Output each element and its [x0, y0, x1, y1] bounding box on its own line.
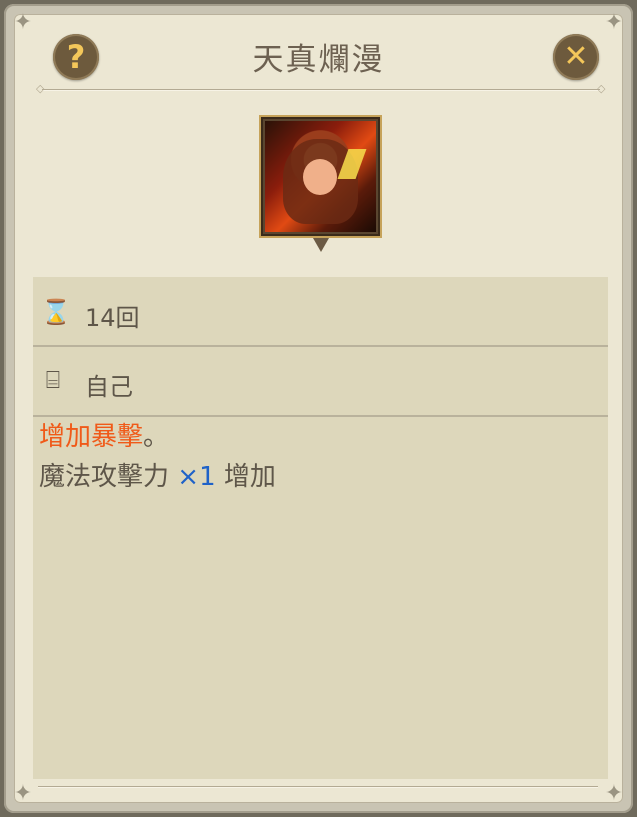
effect-detail-line: 魔法攻擊力 ×1 增加 [39, 457, 599, 497]
close-button[interactable]: ✕ [553, 34, 599, 80]
target-row: ⌸ 自己 [33, 347, 608, 417]
bottom-divider [38, 786, 598, 788]
effect-title-line: 增加暴擊。 [39, 417, 599, 457]
duration-text: 14回 [85, 304, 140, 332]
dialog-title: 天真爛漫 [252, 42, 385, 78]
corner-ornament-bottom-left: ✦ [13, 781, 33, 806]
divider-diamond-left: ◇ [36, 82, 45, 95]
effect-suffix: 增加 [223, 462, 276, 492]
close-x-icon: ✕ [563, 39, 589, 74]
character-portrait-frame [259, 115, 382, 238]
effect-title-suffix: 。 [143, 422, 170, 452]
corner-ornament-bottom-right: ✦ [604, 781, 624, 806]
character-portrait [265, 121, 376, 232]
effect-description: 增加暴擊。 魔法攻擊力 ×1 增加 [39, 417, 599, 497]
target-self-icon: ⌸ [45, 366, 61, 394]
hourglass-icon: ⌛ [41, 298, 71, 326]
effect-multiplier: ×1 [177, 462, 216, 492]
divider-diamond-right: ◇ [597, 82, 606, 95]
buff-info-panel: ⌛ 14回 ⌸ 自己 增加暴擊。 魔法攻擊力 ×1 增加 [33, 277, 608, 779]
effect-title: 增加暴擊 [39, 422, 144, 452]
title-divider [42, 89, 600, 91]
target-text: 自己 [85, 373, 133, 401]
portrait-face [303, 159, 337, 195]
portrait-pointer-icon [313, 238, 329, 252]
effect-stat: 魔法攻擊力 [39, 462, 170, 492]
duration-row: ⌛ 14回 [33, 277, 608, 347]
